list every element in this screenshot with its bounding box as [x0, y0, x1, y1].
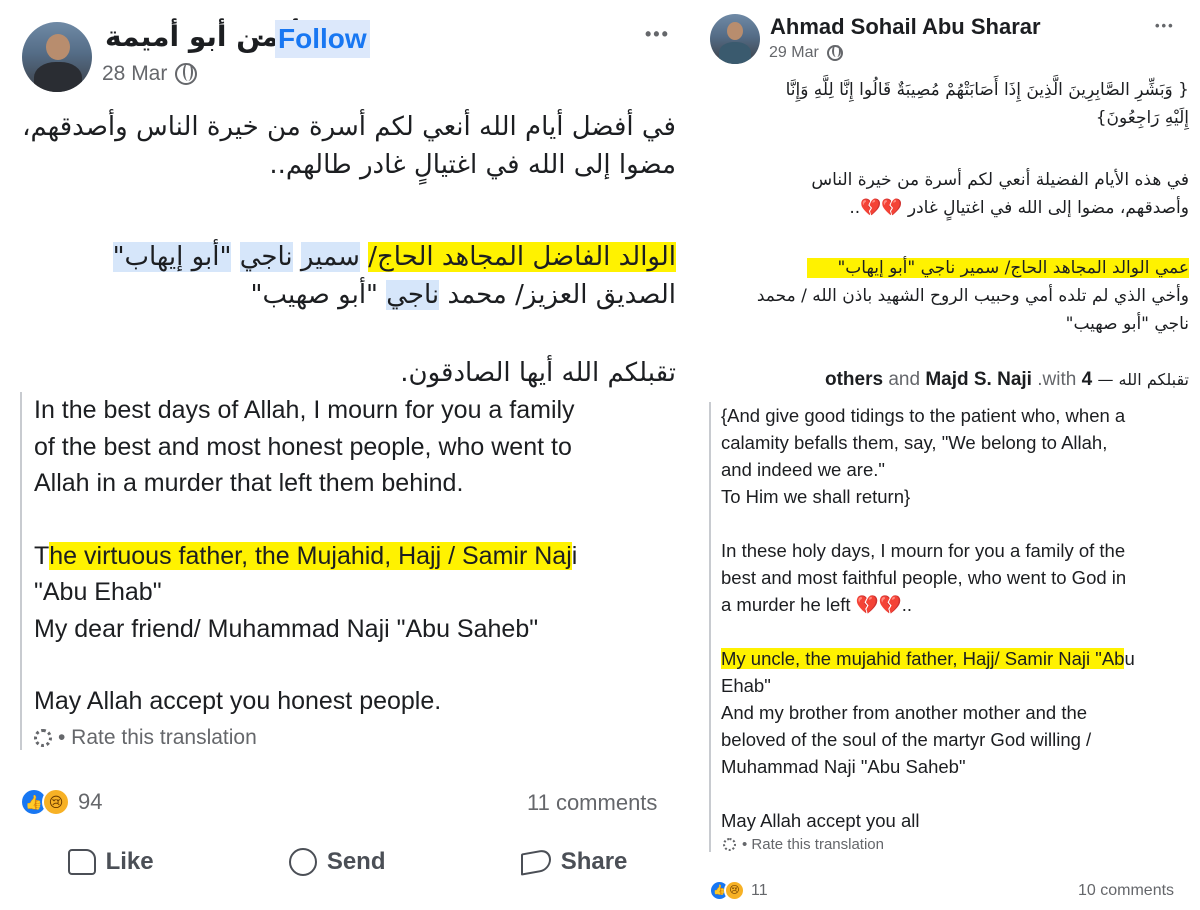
- translation-line: of the best and most honest people, who …: [34, 432, 572, 461]
- left-post: أيمن أبو أميمة · Follow 28 Mar ••• في أف…: [0, 0, 695, 910]
- translation-line: Ehab": [721, 675, 771, 696]
- arabic-text: في أفضل أيام الله أنعي لكم أسرة من خيرة …: [20, 108, 676, 392]
- more-options-icon[interactable]: •••: [1155, 18, 1175, 33]
- comments-count[interactable]: 11 comments: [527, 790, 657, 816]
- send-label: Send: [326, 848, 386, 875]
- translation-line: Muhammad Naji "Abu Saheb": [721, 756, 966, 777]
- right-post: Ahmad Sohail Abu Sharar 29 Mar ••• { وَب…: [705, 0, 1200, 910]
- thumbs-up-icon: [67, 849, 96, 875]
- share-button[interactable]: Share: [520, 848, 628, 876]
- post-meta: 29 Mar: [769, 44, 843, 62]
- arabic-line: الصديق العزيز/ محمد ناجي "أبو صهيب": [250, 280, 676, 310]
- like-button[interactable]: Like: [67, 848, 154, 876]
- translation-line: In these holy days, I mourn for you a fa…: [721, 540, 1126, 561]
- share-label: Share: [560, 848, 628, 875]
- arabic-line: في هذه الأيام الفضيلة أنعي لكم أسرة من خ…: [811, 170, 1189, 190]
- rate-translation-label: • Rate this translation: [58, 726, 257, 749]
- arabic-text: { وَبَشِّرِ الصَّابِرِينَ الَّذِينَ إِذَ…: [717, 76, 1189, 394]
- translation-line: beloved of the soul of the martyr God wi…: [721, 729, 1092, 750]
- more-options-icon[interactable]: •••: [645, 24, 670, 45]
- gear-icon: [723, 838, 736, 851]
- translation-highlight: he virtuous father, the Mujahid, Hajj / …: [49, 541, 572, 570]
- author-name[interactable]: أيمن أبو أميمة: [105, 20, 300, 53]
- arabic-line: في أفضل أيام الله أنعي لكم أسرة من خيرة …: [22, 112, 676, 142]
- arabic-line: وأخي الذي لم تلده أمي وحبيب الروح الشهيد…: [756, 286, 1189, 306]
- post-meta: 28 Mar: [102, 62, 198, 86]
- arabic-line: وأصدقهم، مضوا إلى الله في اغتيالٍ غادر 💔…: [849, 198, 1189, 218]
- translation-block: {And give good tidings to the patient wh…: [709, 402, 1195, 852]
- arabic-line: مضوا إلى الله في اغتيالٍ غادر طالهم..: [269, 150, 676, 180]
- translation-highlight: My uncle, the mujahid father, Hajj/ Sami…: [721, 648, 1125, 669]
- reaction-summary[interactable]: 👍 😢 94: [20, 788, 102, 816]
- tagged-line: تقبلكم الله — 4 others and Majd S. Naji …: [824, 369, 1189, 390]
- globe-icon: [175, 63, 198, 85]
- post-date[interactable]: 28 Mar: [102, 62, 167, 86]
- follow-button[interactable]: Follow: [275, 20, 370, 58]
- translation-line: May Allah accept you honest people.: [34, 687, 442, 715]
- sad-reaction-icon: 😢: [724, 880, 745, 901]
- translation-line: and indeed we are.": [721, 459, 885, 480]
- reaction-count: 94: [78, 789, 103, 814]
- reaction-summary[interactable]: 👍 😢 11: [709, 880, 768, 901]
- translation-line: "Abu Ehab": [34, 578, 162, 606]
- rate-translation-label: • Rate this translation: [742, 836, 884, 853]
- globe-icon: [826, 45, 843, 61]
- author-avatar[interactable]: [710, 14, 760, 64]
- comments-count[interactable]: 10 comments: [1078, 882, 1174, 900]
- arabic-line: { وَبَشِّرِ الصَّابِرِينَ الَّذِينَ إِذَ…: [785, 80, 1189, 100]
- translation-line: a murder he left 💔💔..: [721, 594, 913, 615]
- translation-highlight-line: My uncle, the mujahid father, Hajj/ Sami…: [721, 648, 1135, 669]
- rate-translation[interactable]: • Rate this translation: [723, 836, 884, 853]
- translation-line: To Him we shall return}: [721, 486, 911, 507]
- arabic-name-highlight: سمير: [300, 242, 360, 272]
- author-name[interactable]: Ahmad Sohail Abu Sharar: [770, 14, 1041, 40]
- arabic-highlight: الوالد الفاضل المجاهد الحاج/: [368, 242, 676, 272]
- separator-dot: ·: [257, 22, 266, 52]
- post-date[interactable]: 29 Mar: [769, 44, 819, 62]
- gear-icon: [34, 729, 52, 747]
- rate-translation[interactable]: • Rate this translation: [34, 726, 257, 750]
- tagged-person[interactable]: Majd S. Naji: [925, 369, 1032, 390]
- arabic-highlight-line: الوالد الفاضل المجاهد الحاج/ سمير ناجي "…: [20, 238, 676, 276]
- arabic-name-highlight: "أبو إيهاب": [112, 242, 232, 272]
- translation-highlight-line: The virtuous father, the Mujahid, Hajj /…: [34, 541, 578, 570]
- translation-line: My dear friend/ Muhammad Naji "Abu Saheb…: [34, 614, 539, 643]
- panel-divider: [695, 0, 705, 910]
- translation-line: In the best days of Allah, I mourn for y…: [34, 396, 575, 424]
- whatsapp-icon: [288, 848, 317, 876]
- action-bar: Like Send Share: [0, 848, 695, 876]
- send-button[interactable]: Send: [288, 848, 386, 876]
- share-arrow-icon: [520, 848, 551, 876]
- like-label: Like: [105, 848, 154, 875]
- arabic-line: تقبلكم الله أيها الصادقون.: [400, 358, 676, 388]
- arabic-name-highlight: ناجي: [386, 280, 440, 310]
- arabic-line: ناجي "أبو صهيب": [1065, 314, 1189, 334]
- translation-line: Allah in a murder that left them behind.: [34, 469, 464, 497]
- arabic-line: إِلَيْهِ رَاجِعُونَ}: [1095, 108, 1189, 128]
- translation-line: calamity befalls them, say, "We belong t…: [721, 432, 1108, 453]
- author-avatar[interactable]: [22, 22, 92, 92]
- translation-line: best and most faithful people, who went …: [721, 567, 1127, 588]
- translation-line: And my brother from another mother and t…: [721, 702, 1088, 723]
- reaction-count: 11: [751, 881, 768, 899]
- arabic-highlight: عمي الوالد المجاهد الحاج/ سمير ناجي "أبو…: [807, 258, 1189, 278]
- sad-reaction-icon: 😢: [42, 788, 70, 816]
- arabic-highlight-line: عمي الوالد المجاهد الحاج/ سمير ناجي "أبو…: [717, 254, 1189, 282]
- arabic-name-highlight: ناجي: [239, 242, 293, 272]
- translation-block: In the best days of Allah, I mourn for y…: [20, 392, 680, 750]
- translation-line: {And give good tidings to the patient wh…: [721, 405, 1126, 426]
- translation-line: May Allah accept you all: [721, 810, 920, 831]
